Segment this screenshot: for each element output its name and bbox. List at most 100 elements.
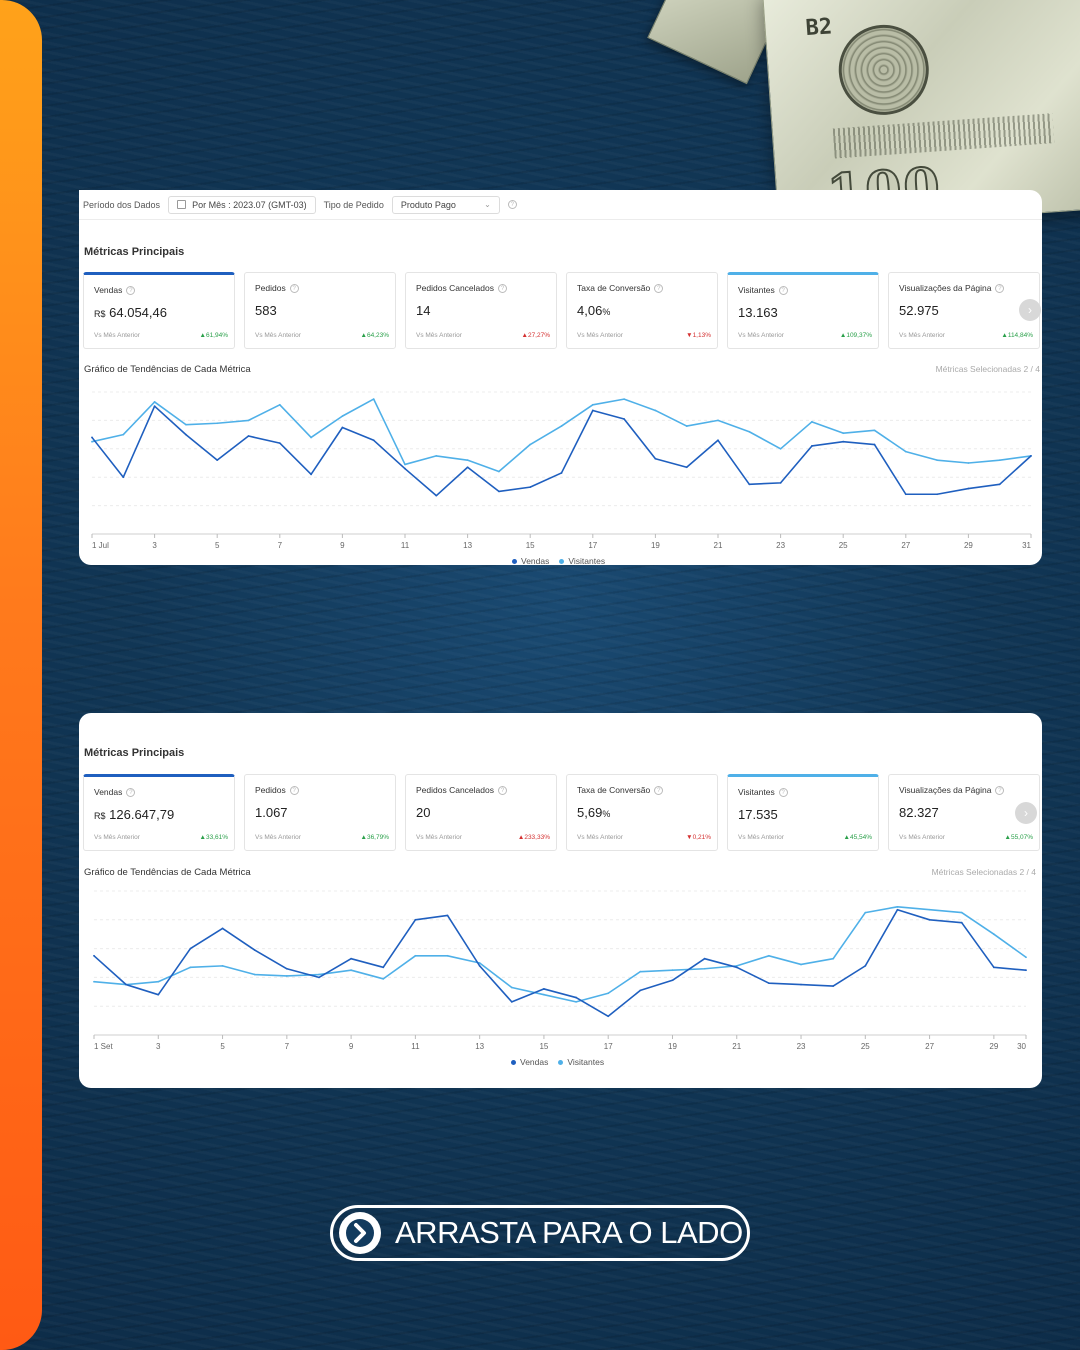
data-point-vendas bbox=[510, 1000, 513, 1003]
order-type-select[interactable]: Produto Pago ⌄ bbox=[391, 195, 500, 214]
metric-card[interactable]: Visitantes? 13.163 Vs Mês Anterior ▲109,37… bbox=[727, 272, 879, 349]
next-cards-button[interactable]: › bbox=[1019, 299, 1041, 321]
metric-title: Pedidos Cancelados? bbox=[416, 785, 546, 795]
compare-label: Vs Mês Anterior bbox=[255, 332, 301, 339]
currency-symbol: R$ bbox=[94, 811, 106, 821]
help-icon[interactable]: ? bbox=[654, 785, 664, 795]
help-icon[interactable]: ? bbox=[126, 787, 136, 797]
chart-legend: Vendas Visitantes bbox=[511, 1057, 604, 1067]
metric-card[interactable]: Visitantes? 17.535 Vs Mês Anterior ▲45,54% bbox=[727, 774, 879, 851]
metric-value-text: 20 bbox=[416, 805, 431, 820]
metric-cards: Vendas? R$ 64.054,46 Vs Mês Anterior ▲61,94… bbox=[83, 272, 1040, 349]
change-percent: ▲61,94% bbox=[200, 332, 228, 339]
change-percent-text: 36,79% bbox=[366, 834, 389, 841]
legend-item-vendas[interactable]: Vendas bbox=[511, 1057, 548, 1067]
metric-comparison: Vs Mês Anterior ▲109,37% bbox=[738, 332, 872, 339]
help-icon[interactable]: ? bbox=[778, 787, 788, 797]
data-point-visitantes bbox=[967, 462, 970, 464]
selected-metrics-count[interactable]: Métricas Selecionadas 2 / 4 bbox=[932, 867, 1036, 877]
help-icon[interactable]: ? bbox=[507, 200, 517, 209]
data-point-visitantes bbox=[575, 1000, 577, 1003]
help-icon[interactable]: ? bbox=[289, 283, 299, 293]
help-icon[interactable]: ? bbox=[995, 785, 1005, 795]
data-point-visitantes bbox=[435, 455, 438, 457]
compare-label: Vs Mês Anterior bbox=[899, 834, 945, 841]
help-icon[interactable]: ? bbox=[497, 785, 507, 795]
data-point-visitantes bbox=[864, 911, 867, 914]
data-point-vendas bbox=[382, 966, 385, 969]
metric-value: R$ 64.054,46 bbox=[94, 305, 224, 320]
change-percent: ▲55,07% bbox=[1005, 834, 1033, 841]
compare-label: Vs Mês Anterior bbox=[94, 332, 140, 339]
x-tick-label: 23 bbox=[776, 541, 785, 548]
x-tick-label: 7 bbox=[278, 541, 283, 548]
help-icon[interactable]: ? bbox=[995, 283, 1005, 293]
help-icon[interactable]: ? bbox=[778, 285, 788, 295]
metric-card[interactable]: Vendas? R$ 64.054,46 Vs Mês Anterior ▲61,94… bbox=[83, 272, 235, 349]
selected-metrics-count[interactable]: Métricas Selecionadas 2 / 4 bbox=[936, 364, 1040, 374]
data-point-vendas bbox=[960, 921, 963, 924]
data-point-visitantes bbox=[591, 403, 594, 406]
cta-label: ARRASTA PARA O LADO bbox=[395, 1215, 743, 1250]
data-point-vendas bbox=[498, 490, 500, 493]
x-tick-label: 13 bbox=[475, 1042, 484, 1051]
data-point-vendas bbox=[654, 457, 657, 460]
swipe-cta-button[interactable]: ARRASTA PARA O LADO bbox=[330, 1205, 750, 1261]
data-point-vendas bbox=[967, 487, 970, 490]
data-point-visitantes bbox=[896, 905, 899, 908]
metric-title-text: Taxa de Conversão bbox=[577, 785, 651, 795]
compare-label: Vs Mês Anterior bbox=[416, 332, 462, 339]
data-point-visitantes bbox=[318, 973, 320, 976]
next-cards-button[interactable]: › bbox=[1015, 802, 1037, 824]
metric-comparison: Vs Mês Anterior ▲64,23% bbox=[255, 332, 389, 339]
data-point-visitantes bbox=[811, 420, 813, 423]
metric-card[interactable]: Visualizações da Página? 52.975 Vs Mês An… bbox=[888, 272, 1040, 349]
data-point-vendas bbox=[1025, 969, 1027, 972]
x-tick-label: 15 bbox=[539, 1042, 548, 1051]
data-point-vendas bbox=[936, 493, 938, 496]
metric-title: Taxa de Conversão? bbox=[577, 785, 707, 795]
legend-item-visitantes[interactable]: Visitantes bbox=[559, 556, 605, 565]
metric-card[interactable]: Pedidos Cancelados? 20 Vs Mês Anterior ▲23… bbox=[405, 774, 557, 851]
metric-card[interactable]: Pedidos Cancelados? 14 Vs Mês Anterior ▲27… bbox=[405, 272, 557, 349]
metric-title: Taxa de Conversão? bbox=[577, 283, 707, 293]
x-tick-label: 9 bbox=[349, 1042, 354, 1051]
help-icon[interactable]: ? bbox=[497, 283, 507, 293]
legend-item-vendas[interactable]: Vendas bbox=[512, 556, 549, 565]
data-point-vendas bbox=[446, 914, 449, 917]
x-tick-label: 31 bbox=[1022, 541, 1031, 548]
data-point-visitantes bbox=[414, 954, 417, 957]
banknote-corner-image bbox=[647, 0, 783, 85]
data-point-vendas bbox=[800, 983, 802, 986]
metric-card[interactable]: Taxa de Conversão? 5,69% Vs Mês Anterior ▼… bbox=[566, 774, 718, 851]
period-picker[interactable]: Por Mês : 2023.07 (GMT-03) bbox=[168, 195, 316, 214]
x-tick-label: 13 bbox=[463, 541, 472, 548]
data-point-visitantes bbox=[253, 973, 256, 976]
help-icon[interactable]: ? bbox=[289, 785, 299, 795]
legend-item-visitantes[interactable]: Visitantes bbox=[558, 1057, 604, 1067]
x-tick-label: 9 bbox=[340, 541, 345, 548]
metric-card[interactable]: Pedidos? 1.067 Vs Mês Anterior ▲36,79% bbox=[244, 774, 396, 851]
metric-title-text: Pedidos Cancelados bbox=[416, 283, 494, 293]
change-percent: ▲114,84% bbox=[1001, 332, 1033, 339]
help-icon[interactable]: ? bbox=[126, 285, 136, 295]
x-tick-label: 25 bbox=[839, 541, 848, 548]
series-line-visitantes bbox=[91, 398, 1032, 473]
data-point-vendas bbox=[350, 957, 353, 960]
x-tick-label: 5 bbox=[215, 541, 220, 548]
data-point-visitantes bbox=[779, 447, 782, 450]
data-point-visitantes bbox=[832, 957, 835, 960]
help-icon[interactable]: ? bbox=[654, 283, 664, 293]
metric-card[interactable]: Vendas? R$ 126.647,79 Vs Mês Anterior ▲33,6… bbox=[83, 774, 235, 851]
data-point-visitantes bbox=[382, 977, 385, 980]
data-point-visitantes bbox=[189, 966, 192, 969]
filter-bar: Período dos Dados Por Mês : 2023.07 (GMT… bbox=[79, 190, 1042, 220]
x-tick-label: 11 bbox=[401, 541, 410, 548]
data-point-vendas bbox=[671, 979, 674, 982]
x-tick-label: 15 bbox=[526, 541, 535, 548]
metric-title-text: Visualizações da Página bbox=[899, 283, 992, 293]
data-point-visitantes bbox=[153, 401, 156, 403]
metric-value: R$ 126.647,79 bbox=[94, 807, 224, 822]
metric-card[interactable]: Taxa de Conversão? 4,06% Vs Mês Anterior ▼… bbox=[566, 272, 718, 349]
metric-card[interactable]: Pedidos? 583 Vs Mês Anterior ▲64,23% bbox=[244, 272, 396, 349]
